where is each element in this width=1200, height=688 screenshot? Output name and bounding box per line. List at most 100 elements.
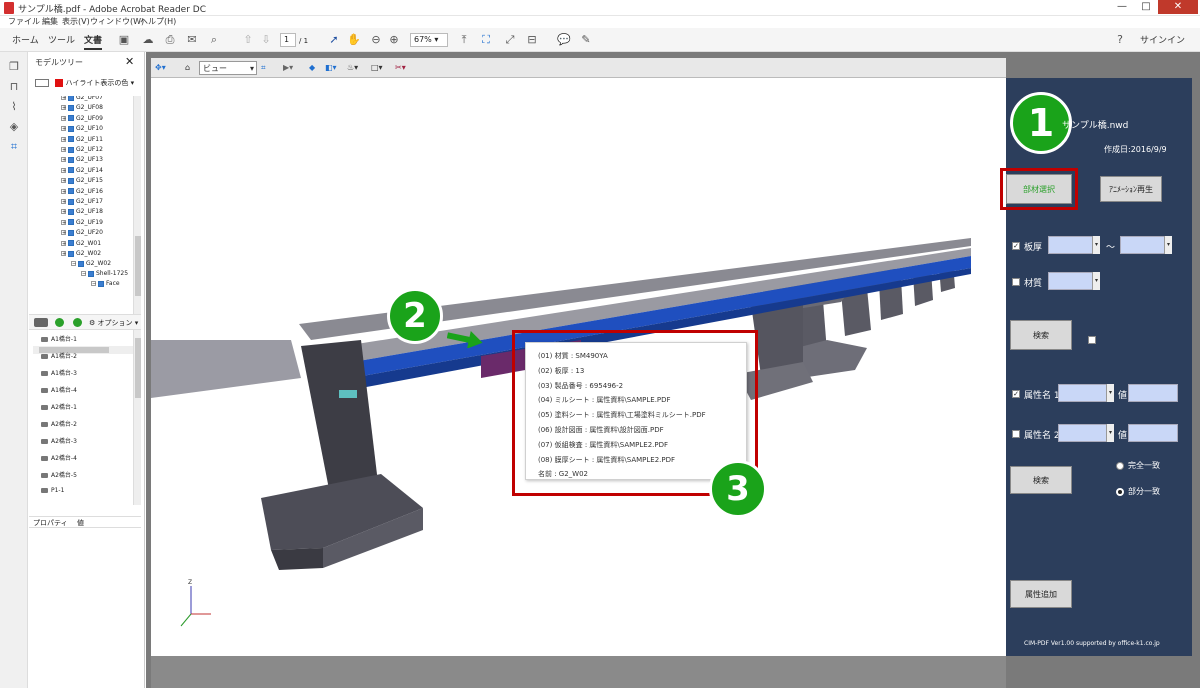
search-icon[interactable]: ⌕ [206,32,222,48]
view-item[interactable]: A1橋台-2 [41,351,77,360]
page-up-icon[interactable]: ⇧ [240,32,256,48]
attr1-value-input[interactable] [1128,384,1178,402]
views-scrollbar[interactable] [133,330,141,505]
expand-icon[interactable]: + [61,178,66,184]
expand-icon[interactable]: − [91,281,96,287]
tree-node[interactable]: + G2_UF20 [61,229,103,236]
3d-viewport[interactable]: Z (01) 材質 : SM490YA (02) 板厚 : 13 (03) 製品番号… [151,78,1006,656]
checkbox-icon[interactable] [68,177,74,184]
expand-icon[interactable]: + [61,115,66,121]
expand-icon[interactable]: + [61,240,66,246]
attr1-checkbox[interactable]: ✓ [1012,390,1020,398]
menu-file[interactable]: ファイル [8,16,40,27]
expand-icon[interactable]: + [61,96,66,101]
model-tree-icon[interactable]: ⌗ [7,140,21,154]
attr1-dropdown[interactable]: ▾ [1106,384,1114,402]
page-number-input[interactable]: 1 [280,33,296,47]
expand-icon[interactable]: + [61,167,66,173]
tree-scrollbar[interactable] [133,96,141,344]
tree-node[interactable]: + G2_UF15 [61,177,103,184]
expand-icon[interactable]: + [61,188,66,194]
thickness-min-dropdown[interactable]: ▾ [1092,236,1100,254]
checkbox-icon[interactable] [68,125,74,132]
view-item[interactable]: A1橋台-1 [41,334,77,343]
expand-icon[interactable]: + [61,147,66,153]
tree-node[interactable]: + G2_W02 [61,250,101,257]
expand-icon[interactable]: + [61,157,66,163]
read-mode-icon[interactable]: ⊟ [524,32,540,48]
add-view-icon[interactable] [55,318,64,327]
view-item[interactable]: A1橋台-3 [41,368,77,377]
fit-page-icon[interactable]: ⤒ [456,32,472,48]
play-animation-icon[interactable]: ▶▾ [283,61,293,75]
view-select[interactable]: ビュー ▾ [199,61,257,75]
bookmark-icon[interactable]: ⊓ [7,80,21,94]
thickness-max-dropdown[interactable]: ▾ [1164,236,1172,254]
fit-width-icon[interactable]: ⛶ [478,32,494,48]
attr2-checkbox[interactable] [1012,430,1020,438]
expand-icon[interactable]: + [61,230,66,236]
tab-tools[interactable]: ツール [48,33,75,46]
tree-node[interactable]: − Shell-1725 [81,270,128,277]
material-checkbox[interactable] [1012,278,1020,286]
zoom-level-select[interactable]: 67% ▾ [410,33,448,47]
add-attribute-button[interactable]: 属性追加 [1010,580,1072,608]
tree-node[interactable]: + G2_UF13 [61,156,103,163]
expand-icon[interactable]: − [81,271,86,277]
cross-section-icon[interactable]: □▾ [371,61,383,75]
tree-node[interactable]: + G2_UF12 [61,146,103,153]
checkbox-icon[interactable] [68,198,74,205]
home-view-icon[interactable]: ⌂ [185,61,190,75]
background-color-icon[interactable]: ♨▾ [347,61,358,75]
lighting-icon[interactable]: ◧▾ [325,61,337,75]
tree-node[interactable]: − Face [91,280,120,287]
views-scroll-thumb[interactable] [135,338,141,398]
measure-tool-icon[interactable]: ✂▾ [395,61,406,75]
zoom-in-icon[interactable]: ⊕ [386,32,402,48]
tree-node[interactable]: + G2_UF17 [61,198,103,205]
view-item[interactable]: A2橋台-3 [41,436,77,445]
view-item[interactable]: A2橋台-5 [41,470,77,479]
expand-icon[interactable]: + [61,199,66,205]
checkbox-icon[interactable] [78,260,84,267]
checkbox-icon[interactable] [98,280,104,287]
expand-icon[interactable]: + [61,251,66,257]
partial-match-radio[interactable] [1116,488,1124,496]
model-tree-toggle-icon[interactable]: ⌗ [261,61,266,75]
page-down-icon[interactable]: ⇩ [258,32,274,48]
rotate-tool-icon[interactable]: ✥▾ [155,61,166,75]
save-icon[interactable]: ▣ [116,32,132,48]
attachment-icon[interactable]: ⌇ [7,100,21,114]
render-mode-icon[interactable]: ◆ [309,61,315,75]
tree-node[interactable]: + G2_UF08 [61,104,103,111]
checkbox-icon[interactable] [68,250,74,257]
view-item[interactable]: A2橋台-2 [41,419,77,428]
search-button-2[interactable]: 検索 [1010,466,1072,494]
signin-link[interactable]: サインイン [1140,33,1185,46]
tree-scroll-thumb[interactable] [135,236,141,296]
print-icon[interactable]: ⎙ [162,32,178,48]
hand-tool-icon[interactable]: ✋ [346,32,362,48]
comment-icon[interactable]: 💬 [556,32,572,48]
help-icon[interactable]: ? [1112,32,1128,48]
animation-play-button[interactable]: ｱﾆﾒｰｼｮﾝ再生 [1100,176,1162,202]
checkbox-icon[interactable] [68,167,74,174]
mail-icon[interactable]: ✉ [184,32,200,48]
expand-icon[interactable]: + [61,126,66,132]
highlight-color-row[interactable]: ハイライト表示の色 ▾ [35,78,134,88]
tree-node[interactable]: − G2_W02 [71,260,111,267]
camera-icon[interactable] [34,318,48,327]
select-member-button[interactable]: 部材選択 [1006,174,1072,204]
expand-icon[interactable]: + [61,105,66,111]
value-col[interactable]: 値 [77,518,84,528]
menu-help[interactable]: ヘルプ(H) [140,16,176,27]
menu-edit[interactable]: 編集 [42,16,58,27]
checkbox-icon[interactable] [68,104,74,111]
checkbox-icon[interactable] [68,208,74,215]
tree-node[interactable]: + G2_UF16 [61,188,103,195]
expand-icon[interactable]: + [61,219,66,225]
tree-node[interactable]: + G2_UF11 [61,136,103,143]
checkbox-icon[interactable] [68,96,74,101]
pages-icon[interactable]: ❐ [7,60,21,74]
material-dropdown[interactable]: ▾ [1092,272,1100,290]
